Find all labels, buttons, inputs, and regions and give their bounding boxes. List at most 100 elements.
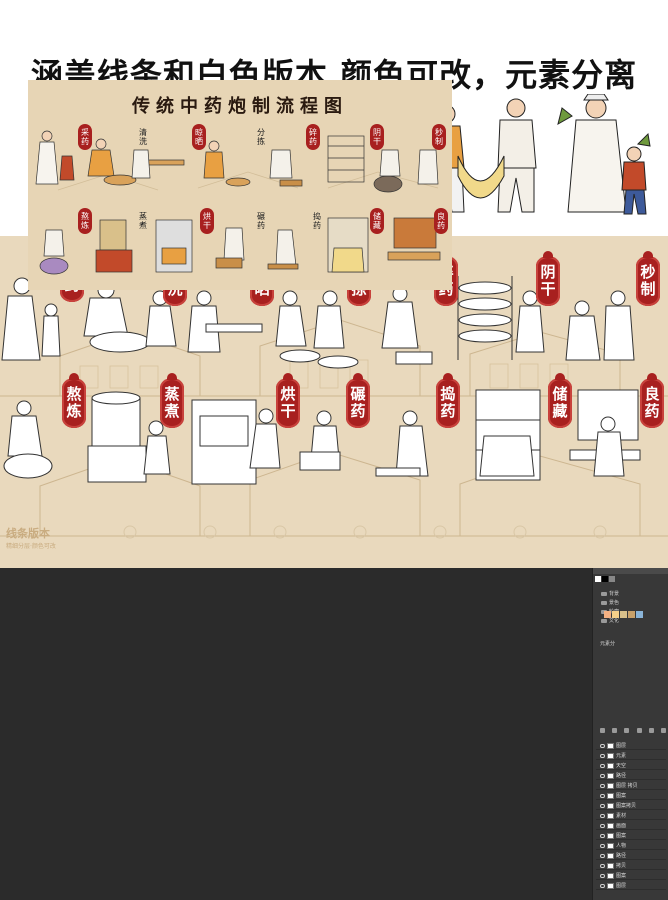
poster-step-tag: 良药 bbox=[434, 208, 448, 234]
layer-thumbnail bbox=[607, 783, 614, 789]
layer-thumbnail bbox=[607, 823, 614, 829]
editor-canvas-area bbox=[0, 568, 668, 900]
poster-step-tag: 晾晒 bbox=[192, 124, 206, 150]
poster-step-tag: 分拣 bbox=[257, 128, 265, 146]
layer-name: 图案 bbox=[616, 833, 627, 839]
layer-row[interactable]: 图案 bbox=[596, 832, 666, 840]
step-tag: 蒸煮 bbox=[160, 373, 184, 428]
layer-thumbnail bbox=[607, 773, 614, 779]
panel-section-label: 元素分 bbox=[600, 641, 616, 647]
layer-row[interactable]: 路径 bbox=[596, 772, 666, 780]
color-swatch[interactable] bbox=[620, 611, 627, 618]
layer-thumbnail bbox=[607, 813, 614, 819]
step-tag: 良药 bbox=[640, 373, 664, 428]
layer-row[interactable]: 拷贝 bbox=[596, 862, 666, 870]
layer-name: 路径 bbox=[616, 773, 627, 779]
link-icon[interactable] bbox=[612, 728, 618, 733]
folder-icon[interactable] bbox=[648, 728, 654, 733]
lock-icon[interactable] bbox=[600, 728, 605, 733]
trash-icon[interactable] bbox=[660, 728, 666, 733]
eye-icon[interactable] bbox=[600, 764, 605, 768]
layer-thumbnail bbox=[607, 743, 614, 749]
step-tag: 烘干 bbox=[276, 373, 300, 428]
layer-folder[interactable]: 文化 bbox=[600, 617, 619, 625]
layer-name: 拷贝 bbox=[616, 863, 627, 869]
layer-row[interactable]: 路径 bbox=[596, 852, 666, 860]
layer-thumbnail bbox=[607, 883, 614, 889]
poster-step-tag: 碎药 bbox=[306, 124, 320, 150]
layer-row[interactable]: 图案 bbox=[596, 872, 666, 880]
eye-icon[interactable] bbox=[600, 784, 605, 788]
swatch[interactable] bbox=[609, 576, 615, 582]
eye-icon[interactable] bbox=[600, 754, 605, 758]
layer-toolbar bbox=[600, 728, 666, 736]
color-swatch[interactable] bbox=[636, 611, 643, 618]
layer-thumbnail bbox=[607, 833, 614, 839]
eye-icon[interactable] bbox=[600, 834, 605, 838]
color-swatches bbox=[604, 611, 644, 618]
version-sublabel: 精细分层·颜色可改 bbox=[6, 543, 56, 550]
step-tag: 熬炼 bbox=[62, 373, 86, 428]
layer-row[interactable]: 图层 bbox=[596, 742, 666, 750]
eye-icon[interactable] bbox=[600, 824, 605, 828]
layer-thumbnail bbox=[607, 863, 614, 869]
layer-row[interactable]: 人物 bbox=[596, 842, 666, 850]
poster-step-tag: 烘干 bbox=[200, 208, 214, 234]
layer-row[interactable]: 图层 拷贝 bbox=[596, 782, 666, 790]
layer-name: 人物 bbox=[616, 843, 627, 849]
poster-step-tag: 碾药 bbox=[257, 212, 265, 230]
swatch[interactable] bbox=[595, 576, 601, 582]
layer-row[interactable]: 天空 bbox=[596, 762, 666, 770]
layer-row[interactable]: 画面 bbox=[596, 822, 666, 830]
eye-icon[interactable] bbox=[600, 864, 605, 868]
layer-name: 图层 bbox=[616, 743, 627, 749]
eye-icon[interactable] bbox=[600, 804, 605, 808]
layer-name: 图层 bbox=[616, 883, 627, 889]
eye-icon[interactable] bbox=[600, 844, 605, 848]
panel-tab-strip[interactable] bbox=[593, 568, 668, 574]
swatch[interactable] bbox=[602, 576, 608, 582]
poster-preview: 传统中药炮制流程图 采药 清洗 晾晒 分拣 碎药 阴干 秒制 熬炼 蒸煮 烘干 … bbox=[28, 80, 452, 290]
eye-icon[interactable] bbox=[600, 774, 605, 778]
step-tag: 碾药 bbox=[346, 373, 370, 428]
layer-name: 图案 bbox=[616, 873, 627, 879]
herb-gatherer-illustration bbox=[557, 94, 651, 215]
poster-step-tag: 熬炼 bbox=[78, 208, 92, 234]
fx-icon[interactable] bbox=[624, 728, 630, 733]
step-tag: 储藏 bbox=[548, 373, 572, 428]
color-swatch[interactable] bbox=[604, 611, 611, 618]
eye-icon[interactable] bbox=[600, 854, 605, 858]
poster-step-tag: 阴干 bbox=[370, 124, 384, 150]
layer-row[interactable]: 图层 bbox=[596, 882, 666, 890]
poster-step-tag: 捣药 bbox=[313, 212, 321, 230]
poster-step-tag: 采药 bbox=[78, 124, 92, 150]
layer-name: 画面 bbox=[616, 823, 627, 829]
poster-step-tag: 秒制 bbox=[432, 124, 446, 150]
layer-name: 图案 bbox=[616, 793, 627, 799]
poster-step-tag: 蒸煮 bbox=[139, 212, 147, 230]
layer-thumbnail bbox=[607, 873, 614, 879]
poster-step-tag: 清洗 bbox=[139, 128, 147, 146]
layer-name: 路径 bbox=[616, 853, 627, 859]
layer-folder[interactable]: 背景 bbox=[600, 590, 619, 598]
eye-icon[interactable] bbox=[600, 874, 605, 878]
version-label: 线条版本 bbox=[6, 527, 50, 540]
layer-row[interactable]: 素材 bbox=[596, 812, 666, 820]
eye-icon[interactable] bbox=[600, 794, 605, 798]
layer-folder[interactable]: 景色 bbox=[600, 599, 619, 607]
eye-icon[interactable] bbox=[600, 884, 605, 888]
step-tag: 捣药 bbox=[436, 373, 460, 428]
layer-name: 素材 bbox=[616, 813, 627, 819]
layer-thumbnail bbox=[607, 763, 614, 769]
poster-illustrations bbox=[35, 130, 441, 275]
eye-icon[interactable] bbox=[600, 814, 605, 818]
layer-row[interactable]: 图案拷贝 bbox=[596, 802, 666, 810]
layer-name: 图案拷贝 bbox=[616, 803, 637, 809]
color-swatch[interactable] bbox=[628, 611, 635, 618]
mask-icon[interactable] bbox=[636, 728, 642, 733]
layer-row[interactable]: 元素 bbox=[596, 752, 666, 760]
eye-icon[interactable] bbox=[600, 744, 605, 748]
poster-step-tag: 储藏 bbox=[370, 208, 384, 234]
layer-row[interactable]: 图案 bbox=[596, 792, 666, 800]
color-swatch[interactable] bbox=[612, 611, 619, 618]
